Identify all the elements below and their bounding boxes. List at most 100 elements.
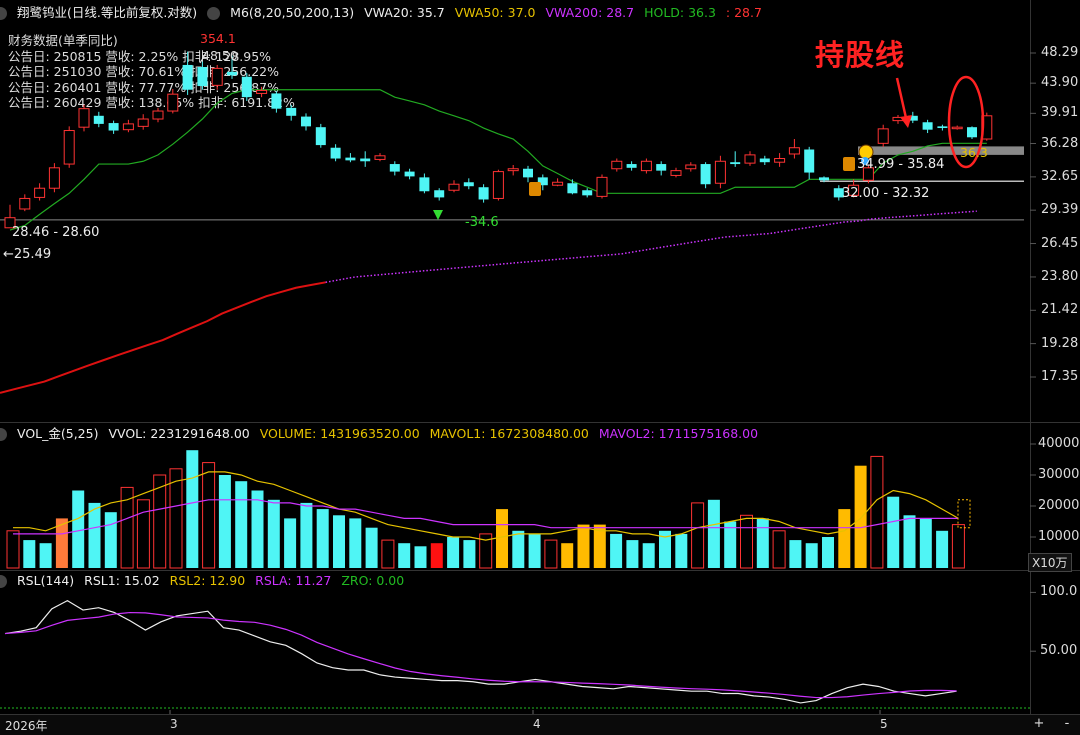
volume-bar bbox=[218, 475, 231, 568]
volume-bar bbox=[496, 509, 508, 568]
candle-body bbox=[730, 162, 741, 165]
callout-text: 持股线 bbox=[815, 38, 906, 72]
time-label: 3 bbox=[170, 717, 178, 731]
candle-body bbox=[640, 160, 652, 172]
volume-bar bbox=[463, 540, 476, 568]
candle-body bbox=[241, 76, 252, 98]
price-axis-label: 39.91 bbox=[1041, 105, 1079, 121]
candle-body bbox=[197, 67, 208, 87]
candle-body bbox=[271, 93, 282, 109]
price-axis-label: 48.29 bbox=[1041, 45, 1079, 60]
candle-body bbox=[152, 110, 164, 120]
candle-body bbox=[759, 158, 770, 163]
volume-bar bbox=[104, 512, 117, 568]
band2-label: 32.00 - 32.32 bbox=[842, 186, 930, 201]
candle-body bbox=[611, 160, 623, 170]
zoom-in-button[interactable]: + bbox=[1030, 716, 1048, 732]
candle-body bbox=[552, 181, 564, 186]
volume-bar bbox=[88, 502, 101, 568]
price-axis-label: 23.80 bbox=[1041, 268, 1079, 284]
diamond-label: -34.6 bbox=[465, 215, 499, 230]
candle-body bbox=[345, 157, 356, 161]
candle-body bbox=[478, 187, 489, 200]
volume-bar bbox=[756, 518, 769, 568]
chart-canvas[interactable] bbox=[0, 0, 1080, 714]
volume-bar bbox=[300, 502, 313, 568]
candle-body bbox=[419, 177, 430, 192]
volume-bar bbox=[838, 509, 851, 568]
candle-body bbox=[211, 67, 223, 86]
time-label: 5 bbox=[880, 717, 888, 731]
candle-body bbox=[93, 115, 104, 124]
volume-bar bbox=[186, 450, 199, 568]
volume-unit: X10万 bbox=[1028, 553, 1072, 572]
volume-bar bbox=[772, 530, 786, 569]
zoom-out-button[interactable]: - bbox=[1058, 716, 1076, 732]
volume-bar bbox=[919, 518, 932, 568]
candle-body bbox=[301, 116, 311, 127]
volume-bar bbox=[854, 465, 867, 568]
ma200-line bbox=[0, 281, 326, 394]
volume-axis-label: 40000 bbox=[1038, 436, 1080, 451]
candle-body bbox=[922, 122, 933, 130]
candle-body bbox=[744, 154, 756, 164]
candle-body bbox=[951, 126, 963, 130]
volume-bar bbox=[316, 509, 329, 568]
candle-body bbox=[108, 123, 119, 131]
candle-body bbox=[78, 108, 90, 128]
volume-bar bbox=[642, 543, 655, 568]
candle-body bbox=[507, 168, 519, 172]
candle-body bbox=[137, 118, 149, 127]
volume-bar bbox=[512, 530, 525, 568]
candle-body bbox=[182, 64, 193, 90]
volume-bar bbox=[39, 543, 52, 568]
candle-body bbox=[463, 182, 474, 187]
price-axis-label: 21.42 bbox=[1041, 302, 1079, 318]
volume-bar bbox=[169, 468, 183, 569]
candle-body bbox=[596, 176, 608, 197]
candle-body bbox=[714, 160, 726, 184]
candle-body bbox=[434, 190, 445, 198]
candle-body bbox=[315, 127, 326, 146]
volume-bar bbox=[724, 521, 737, 568]
candle-body bbox=[286, 107, 297, 116]
volume-bar bbox=[577, 524, 590, 568]
band1-label: 34.99 - 35.84 bbox=[857, 157, 945, 172]
price-axis-label: 43.90 bbox=[1041, 75, 1079, 91]
volume-bar bbox=[251, 490, 264, 568]
candle-body bbox=[937, 126, 948, 129]
volume-bar bbox=[267, 499, 280, 568]
candle-body bbox=[670, 170, 682, 176]
volume-bar bbox=[447, 537, 460, 568]
candle-body bbox=[804, 149, 815, 173]
volume-bar bbox=[381, 539, 395, 569]
volume-bar bbox=[740, 514, 753, 569]
volume-bar bbox=[544, 539, 558, 569]
price-axis-label: 19.28 bbox=[1041, 335, 1079, 351]
callout-arrow bbox=[895, 77, 908, 119]
volume-forecast-bar bbox=[957, 499, 971, 529]
low-arrow-label: ←25.49 bbox=[3, 247, 52, 262]
candle-body bbox=[788, 147, 800, 155]
rsl1-line bbox=[4, 599, 957, 704]
hold-tag: 36.3 bbox=[960, 145, 988, 160]
time-label: 4 bbox=[533, 717, 541, 731]
volume-bar bbox=[707, 499, 720, 568]
price-axis-label: 29.39 bbox=[1041, 202, 1079, 218]
volume-bar bbox=[610, 533, 623, 568]
volume-bar bbox=[870, 455, 884, 569]
diamond-marker bbox=[433, 210, 443, 220]
price-axis-label: 36.28 bbox=[1041, 135, 1079, 151]
candle-body bbox=[819, 177, 829, 181]
candle-body bbox=[967, 127, 977, 138]
ma200-line-purple bbox=[325, 210, 977, 284]
time-axis: 2026年 3 4 5 + - bbox=[0, 714, 1080, 735]
volume-bar bbox=[805, 543, 818, 568]
volume-bar bbox=[936, 530, 949, 568]
volume-bar bbox=[887, 496, 900, 568]
candle-body bbox=[523, 168, 533, 178]
candle-body bbox=[63, 130, 75, 165]
candle-body bbox=[656, 164, 667, 171]
volume-bar bbox=[430, 543, 443, 568]
rsl-axis-label: 100.0 bbox=[1040, 584, 1078, 600]
